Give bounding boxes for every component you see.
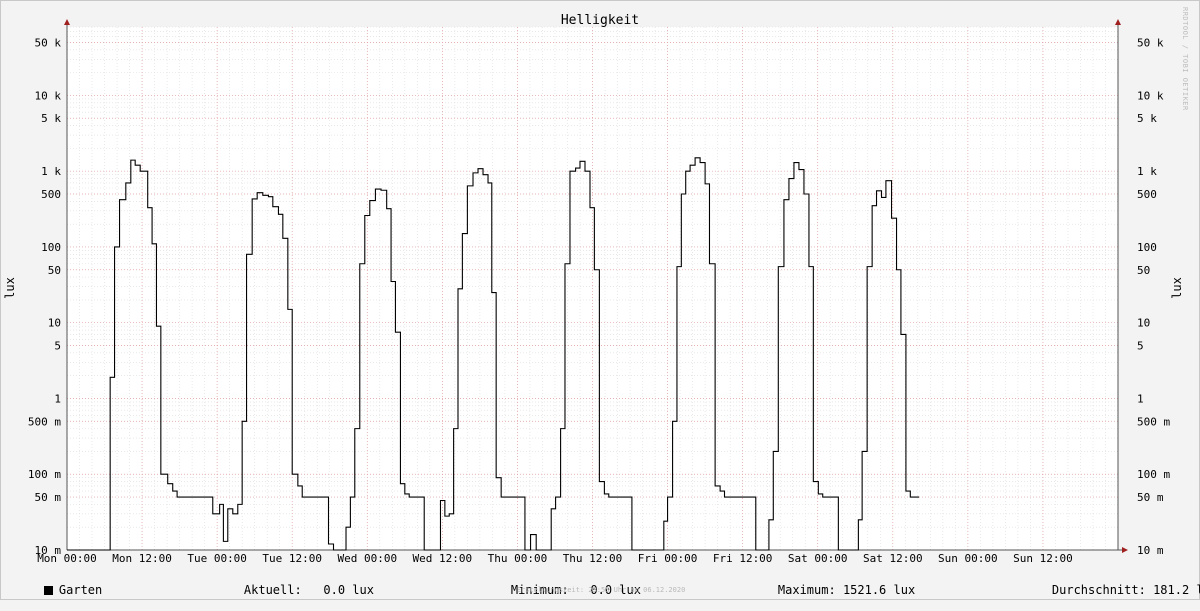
y-tick-label: 5 k (41, 112, 61, 125)
x-tick-label: Fri 12:00 (713, 552, 773, 565)
chart-frame: 10 m 50 m 100 m 500 m 1 5 10 50 100 500 1 k 5 k 10 k… (0, 0, 1200, 600)
y-tick-label-right: 1 k (1137, 165, 1157, 178)
creation-time-footer: Erstellungszeit: 23:55 Uhr am 06.12.2020 (516, 586, 686, 594)
y-tick-label: 500 m (28, 415, 61, 428)
y-tick-label: 50 m (35, 491, 62, 504)
y-tick-label-right: 500 m (1137, 415, 1170, 428)
y-tick-label-right: 100 (1137, 241, 1157, 254)
y-tick-labels-left: 10 m50 m100 m500 m1510501005001 k5 k10 k… (28, 36, 61, 557)
x-tick-label: Tue 12:00 (262, 552, 322, 565)
y-tick-label: 100 m (28, 468, 61, 481)
y-tick-label: 100 (41, 241, 61, 254)
y-tick-label: 10 k (35, 89, 62, 102)
y-tick-label-right: 100 m (1137, 468, 1170, 481)
y-axis-arrow-left (64, 19, 70, 25)
x-tick-label: Wed 00:00 (337, 552, 397, 565)
y-tick-label-right: 50 (1137, 264, 1150, 277)
y-tick-label-right: 50 m (1137, 491, 1164, 504)
x-tick-label: Mon 12:00 (112, 552, 172, 565)
x-tick-label: Wed 12:00 (413, 552, 473, 565)
y-tick-label: 500 (41, 188, 61, 201)
x-tick-label: Sun 12:00 (1013, 552, 1073, 565)
rrdtool-credit: RRDTOOL / TOBI OETIKER (1181, 7, 1189, 111)
y-tick-label-right: 10 (1137, 317, 1150, 330)
x-tick-label: Mon 00:00 (37, 552, 97, 565)
x-tick-label: Sat 00:00 (788, 552, 848, 565)
y-tick-label-right: 10 m (1137, 544, 1164, 557)
y-axis-arrow-right (1115, 19, 1121, 25)
y-tick-label: 5 (54, 340, 61, 353)
x-tick-label: Sun 00:00 (938, 552, 998, 565)
y-tick-label-right: 1 (1137, 392, 1144, 405)
chart-title: Helligkeit (561, 13, 639, 28)
y-tick-label: 1 (54, 392, 61, 405)
y-axis-label-right: lux (1170, 277, 1184, 299)
y-tick-label: 50 (48, 264, 61, 277)
x-tick-label: Tue 00:00 (187, 552, 247, 565)
chart-svg: 10 m 50 m 100 m 500 m 1 5 10 50 100 500 1 k 5 k 10 k… (3, 13, 1184, 565)
x-tick-label: Sat 12:00 (863, 552, 923, 565)
y-tick-label-right: 50 k (1137, 36, 1164, 49)
x-axis-arrow (1122, 547, 1128, 553)
y-tick-label-right: 5 (1137, 340, 1144, 353)
x-tick-label: Thu 00:00 (488, 552, 548, 565)
x-tick-label: Thu 12:00 (563, 552, 623, 565)
y-tick-labels-right: 10 m 50 m 100 m 500 m 1 5 10 50 100 500 1 k 5 k 10 k… (1137, 36, 1170, 557)
y-tick-label: 1 k (41, 165, 61, 178)
y-tick-label-right: 5 k (1137, 112, 1157, 125)
y-axis-label-left: lux (3, 277, 17, 299)
x-tick-label: Fri 00:00 (638, 552, 698, 565)
y-tick-label-right: 10 k (1137, 89, 1164, 102)
y-tick-label: 50 k (35, 36, 62, 49)
y-tick-label-right: 500 (1137, 188, 1157, 201)
x-tick-labels: Mon 00:00 Mon 12:00 Tue 00:00 Tue 12:00 Wed … (37, 552, 1073, 565)
y-tick-label: 10 (48, 317, 61, 330)
